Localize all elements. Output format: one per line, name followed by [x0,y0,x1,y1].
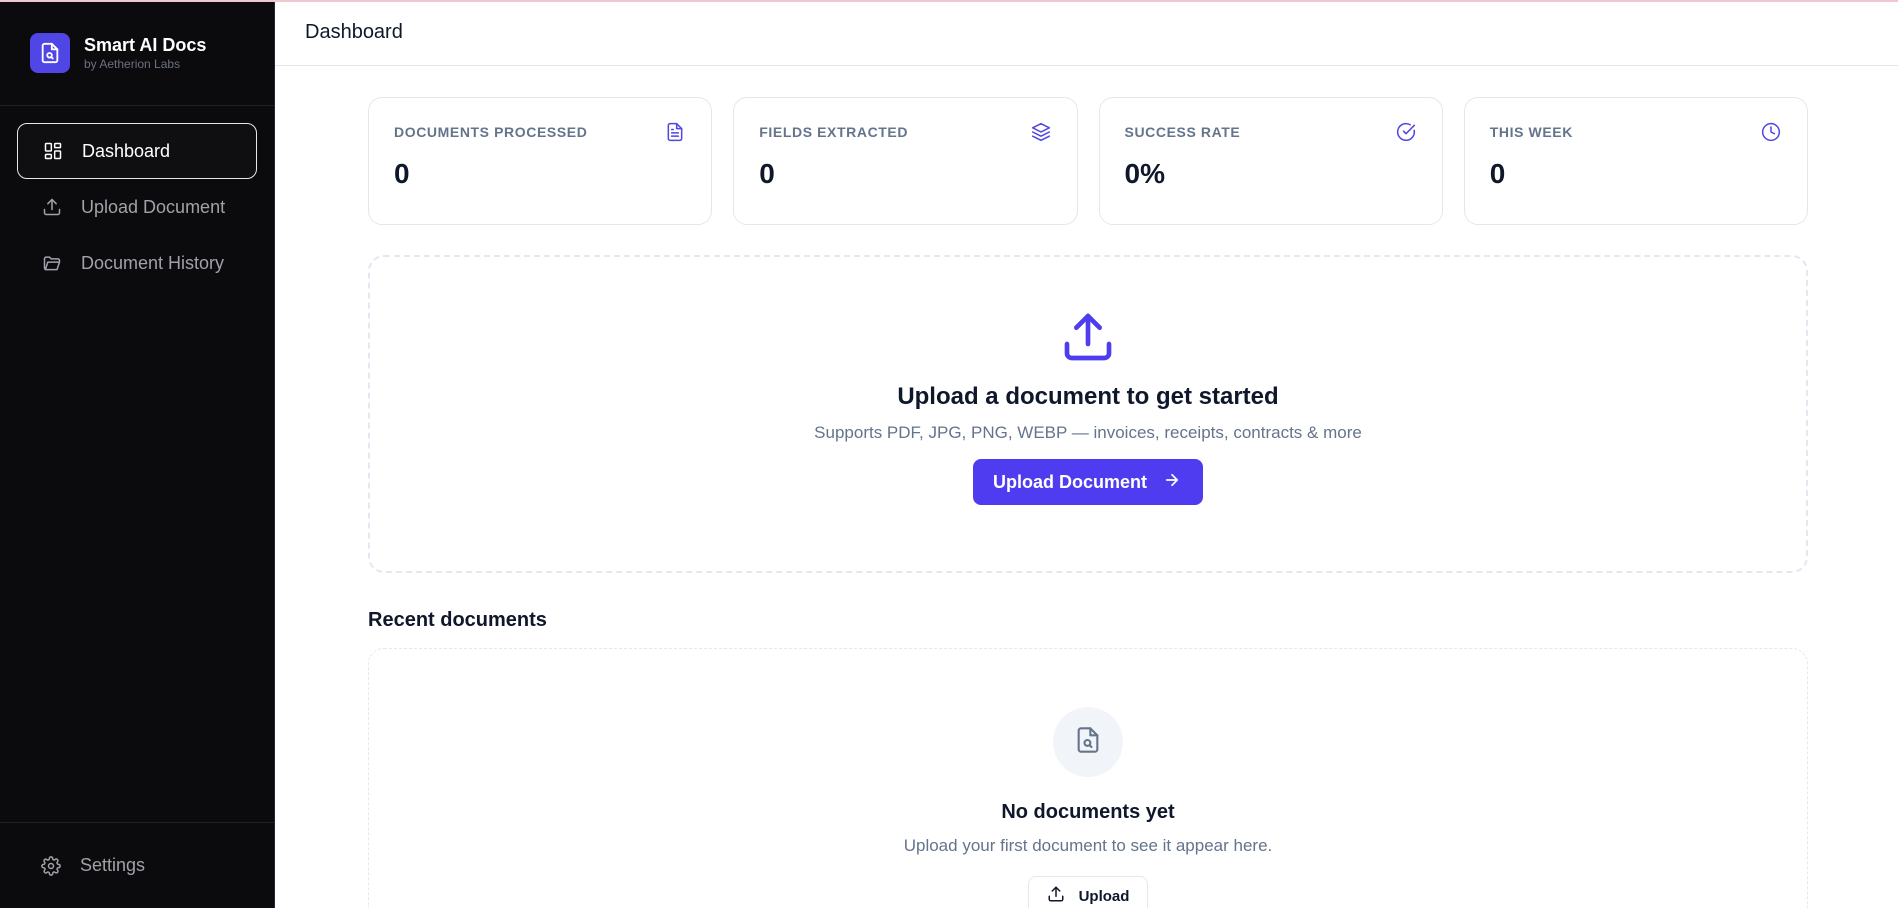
sidebar: Smart AI Docs by Aetherion Labs Dashboar… [0,0,275,908]
file-text-icon [665,122,687,144]
stat-label: SUCCESS RATE [1124,124,1241,140]
sidebar-item-settings[interactable]: Settings [0,822,275,908]
stat-label: DOCUMENTS PROCESSED [394,124,588,140]
empty-state-title: No documents yet [1001,801,1175,823]
brand[interactable]: Smart AI Docs by Aetherion Labs [0,0,274,106]
clock-icon [1761,122,1783,144]
stat-card-documents-processed: DOCUMENTS PROCESSED 0 [368,97,713,225]
stats-row: DOCUMENTS PROCESSED 0 FIELDS EXTRACTED 0 [368,97,1808,225]
upload-title: Upload a document to get started [897,383,1279,410]
sidebar-item-dashboard[interactable]: Dashboard [17,123,257,179]
settings-label: Settings [80,855,146,875]
stat-card-success-rate: SUCCESS RATE 0% [1098,97,1443,225]
sidebar-item-upload-document[interactable]: Upload Document [17,179,257,235]
check-circle-icon [1396,122,1418,144]
arrow-right-icon [1163,471,1181,494]
upload-button-label: Upload Document [992,471,1147,492]
empty-state-description: Upload your first document to see it app… [903,836,1273,855]
document-search-logo-icon [30,32,70,73]
recent-documents-empty-state: No documents yet Upload your first docum… [368,648,1808,908]
stat-value: 0 [1489,158,1506,189]
layers-icon [1031,122,1053,144]
empty-state-icon-circle [1053,707,1123,777]
sidebar-nav: Dashboard Upload Document Document Histo… [0,106,274,291]
folder-open-icon [41,252,63,274]
upload-dropzone[interactable]: Upload a document to get started Support… [368,255,1808,573]
page-title: Dashboard [305,21,403,43]
top-accent-line [0,0,1898,2]
upload-button[interactable]: Upload [1027,876,1149,908]
sidebar-item-document-history[interactable]: Document History [17,235,257,291]
upload-icon [1060,309,1116,365]
page-header: Dashboard [275,0,1898,66]
gear-icon [40,855,62,877]
sidebar-item-label: Dashboard [82,140,171,161]
stat-label: FIELDS EXTRACTED [759,124,909,140]
document-search-icon [1074,726,1102,759]
upload-document-button[interactable]: Upload Document [972,459,1203,505]
upload-description: Supports PDF, JPG, PNG, WEBP — invoices,… [814,423,1362,442]
stat-value: 0 [759,158,775,189]
stat-label: THIS WEEK [1489,124,1573,140]
brand-name: Smart AI Docs [84,34,207,55]
stat-value: 0 [394,158,410,189]
main-content: DOCUMENTS PROCESSED 0 FIELDS EXTRACTED 0 [368,97,1808,908]
sidebar-item-label: Document History [81,252,225,273]
upload-icon [41,196,63,218]
stat-card-fields-extracted: FIELDS EXTRACTED 0 [733,97,1078,225]
upload-button-label: Upload [1078,887,1130,905]
stat-value: 0% [1124,158,1165,189]
sidebar-item-label: Upload Document [81,196,226,217]
stat-card-this-week: THIS WEEK 0 [1463,97,1808,225]
brand-subtitle: by Aetherion Labs [84,56,181,71]
upload-icon [1047,885,1065,907]
dashboard-grid-icon [42,140,64,162]
recent-documents-title: Recent documents [368,609,547,631]
